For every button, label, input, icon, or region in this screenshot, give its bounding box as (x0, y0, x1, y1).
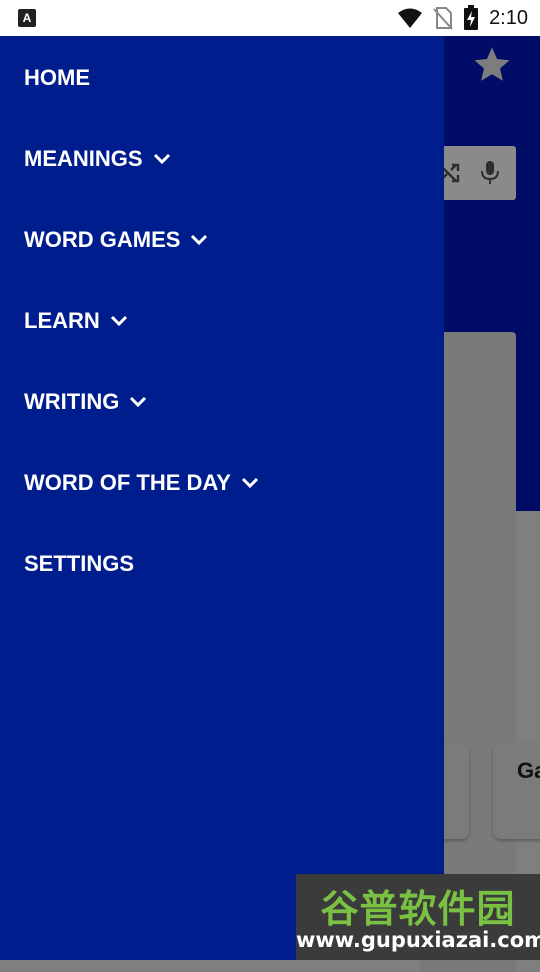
menu-item-word-games[interactable]: WORD GAMES (24, 220, 208, 260)
watermark: 谷普软件园 www.gupuxiazai.com (296, 874, 540, 960)
menu-item-label: SETTINGS (24, 551, 135, 576)
menu-item-word-of-the-day[interactable]: WORD OF THE DAY (24, 463, 259, 503)
status-bar: A 2:10 (0, 0, 540, 36)
status-icons: 2:10 (397, 4, 528, 32)
game-tile-label: Ga (517, 758, 540, 783)
menu-item-label: WORD OF THE DAY (24, 470, 231, 495)
watermark-title: 谷普软件园 (320, 887, 516, 931)
navigation-drawer: HOME MEANINGS WORD GAMES LEARN WRITING W… (0, 36, 444, 960)
clock: 2:10 (489, 6, 528, 29)
chevron-down-icon (130, 396, 147, 408)
wifi-icon (398, 8, 423, 28)
chevron-down-icon (110, 315, 127, 327)
chevron-down-icon (191, 234, 208, 246)
star-icon[interactable] (471, 44, 513, 86)
mic-icon[interactable] (480, 160, 500, 186)
menu-item-label: MEANINGS (24, 146, 143, 171)
menu-item-settings[interactable]: SETTINGS (24, 544, 134, 584)
menu-item-label: HOME (24, 65, 90, 90)
menu-item-label: LEARN (24, 308, 100, 333)
watermark-url: www.gupuxiazai.com (296, 928, 540, 952)
menu-item-label: WORD GAMES (24, 227, 181, 252)
menu-item-meanings[interactable]: MEANINGS (24, 139, 171, 179)
menu-item-home[interactable]: HOME (24, 58, 90, 98)
menu-item-learn[interactable]: LEARN (24, 301, 128, 341)
chevron-down-icon (153, 153, 170, 165)
menu-item-label: WRITING (24, 389, 120, 414)
game-tile[interactable]: Ga (493, 743, 540, 839)
no-sim-icon (433, 7, 453, 30)
battery-charging-icon (464, 5, 479, 30)
menu-item-writing[interactable]: WRITING (24, 382, 147, 422)
chevron-down-icon (241, 477, 259, 489)
app-notification-icon: A (18, 9, 36, 27)
